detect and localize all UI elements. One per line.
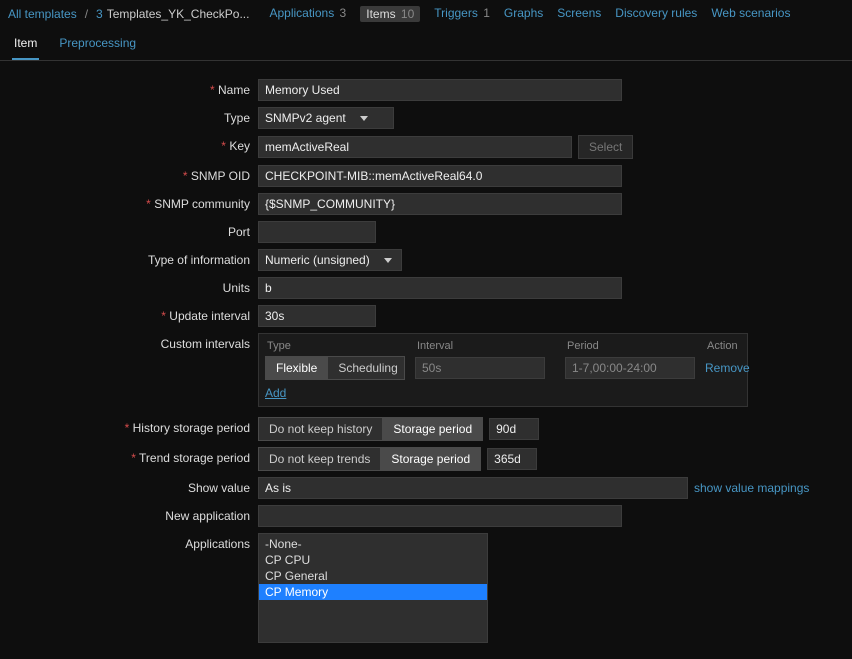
tab-triggers[interactable]: Triggers 1 [434, 6, 490, 22]
app-option-general[interactable]: CP General [259, 568, 487, 584]
custom-head-interval: Interval [417, 340, 567, 352]
tab-discovery[interactable]: Discovery rules [615, 6, 697, 22]
type-select[interactable]: SNMPv2 agent [258, 107, 394, 129]
interval-flexible[interactable]: Flexible [266, 357, 328, 379]
interval-type-seg: Flexible Scheduling [265, 356, 405, 380]
label-custom-intervals: Custom intervals [10, 333, 258, 351]
type-info-select[interactable]: Numeric (unsigned) [258, 249, 402, 271]
tab-screens[interactable]: Screens [557, 6, 601, 22]
tab-applications[interactable]: Applications 3 [269, 6, 346, 22]
history-no-keep[interactable]: Do not keep history [259, 418, 383, 440]
label-trend: Trend storage period [10, 447, 258, 465]
show-value-mappings-link[interactable]: show value mappings [694, 481, 809, 495]
custom-head-type: Type [267, 340, 417, 352]
app-option-memory[interactable]: CP Memory [259, 584, 487, 600]
tab-graphs[interactable]: Graphs [504, 6, 543, 22]
trend-no-keep[interactable]: Do not keep trends [259, 448, 381, 470]
interval-remove-link[interactable]: Remove [705, 361, 750, 375]
period-value-input[interactable] [565, 357, 695, 379]
custom-head-period: Period [567, 340, 707, 352]
item-form: Name Type SNMPv2 agent Key Select SNMP O… [0, 61, 852, 659]
label-history: History storage period [10, 417, 258, 435]
select-button[interactable]: Select [578, 135, 633, 159]
custom-intervals-box: Type Interval Period Action Flexible Sch… [258, 333, 748, 407]
subtab-item[interactable]: Item [12, 32, 39, 60]
trend-seg: Do not keep trends Storage period [258, 447, 481, 471]
label-show-value: Show value [10, 477, 258, 495]
breadcrumb-root[interactable]: All templates [8, 7, 77, 21]
app-option-none[interactable]: -None- [259, 536, 487, 552]
chevron-down-icon [360, 116, 368, 121]
subtabs: Item Preprocessing [0, 26, 852, 61]
show-value-select[interactable]: As is [258, 477, 688, 499]
subtab-preprocessing[interactable]: Preprocessing [57, 32, 138, 60]
label-update-interval: Update interval [10, 305, 258, 323]
key-input[interactable] [258, 136, 572, 158]
snmp-community-input[interactable] [258, 193, 622, 215]
history-value-input[interactable] [489, 418, 539, 440]
label-snmp-community: SNMP community [10, 193, 258, 211]
tab-web[interactable]: Web scenarios [711, 6, 790, 22]
breadcrumb-count[interactable]: 3 [96, 7, 103, 21]
label-port: Port [10, 221, 258, 239]
trend-value-input[interactable] [487, 448, 537, 470]
label-applications: Applications [10, 533, 258, 551]
breadcrumb-bar: All templates / 3 Templates_YK_CheckPo..… [0, 0, 852, 26]
chevron-down-icon [384, 258, 392, 263]
interval-value-input[interactable] [415, 357, 545, 379]
label-name: Name [10, 79, 258, 97]
label-units: Units [10, 277, 258, 295]
label-snmp-oid: SNMP OID [10, 165, 258, 183]
label-type: Type [10, 107, 258, 125]
trend-storage[interactable]: Storage period [381, 448, 480, 470]
applications-list[interactable]: -None- CP CPU CP General CP Memory [258, 533, 488, 643]
breadcrumb-sep: / [85, 7, 88, 21]
history-seg: Do not keep history Storage period [258, 417, 483, 441]
units-input[interactable] [258, 277, 622, 299]
top-tabs: Applications 3 Items 10 Triggers 1 Graph… [269, 6, 790, 22]
label-new-app: New application [10, 505, 258, 523]
custom-head-action: Action [707, 340, 757, 352]
tab-items[interactable]: Items 10 [360, 6, 420, 22]
name-input[interactable] [258, 79, 622, 101]
snmp-oid-input[interactable] [258, 165, 622, 187]
port-input[interactable] [258, 221, 376, 243]
interval-add-link[interactable]: Add [265, 386, 286, 400]
app-option-cpu[interactable]: CP CPU [259, 552, 487, 568]
label-key: Key [10, 135, 258, 153]
history-storage[interactable]: Storage period [383, 418, 482, 440]
label-type-info: Type of information [10, 249, 258, 267]
update-interval-input[interactable] [258, 305, 376, 327]
new-application-input[interactable] [258, 505, 622, 527]
breadcrumb-current: Templates_YK_CheckPo... [107, 7, 250, 21]
interval-scheduling[interactable]: Scheduling [328, 357, 405, 379]
